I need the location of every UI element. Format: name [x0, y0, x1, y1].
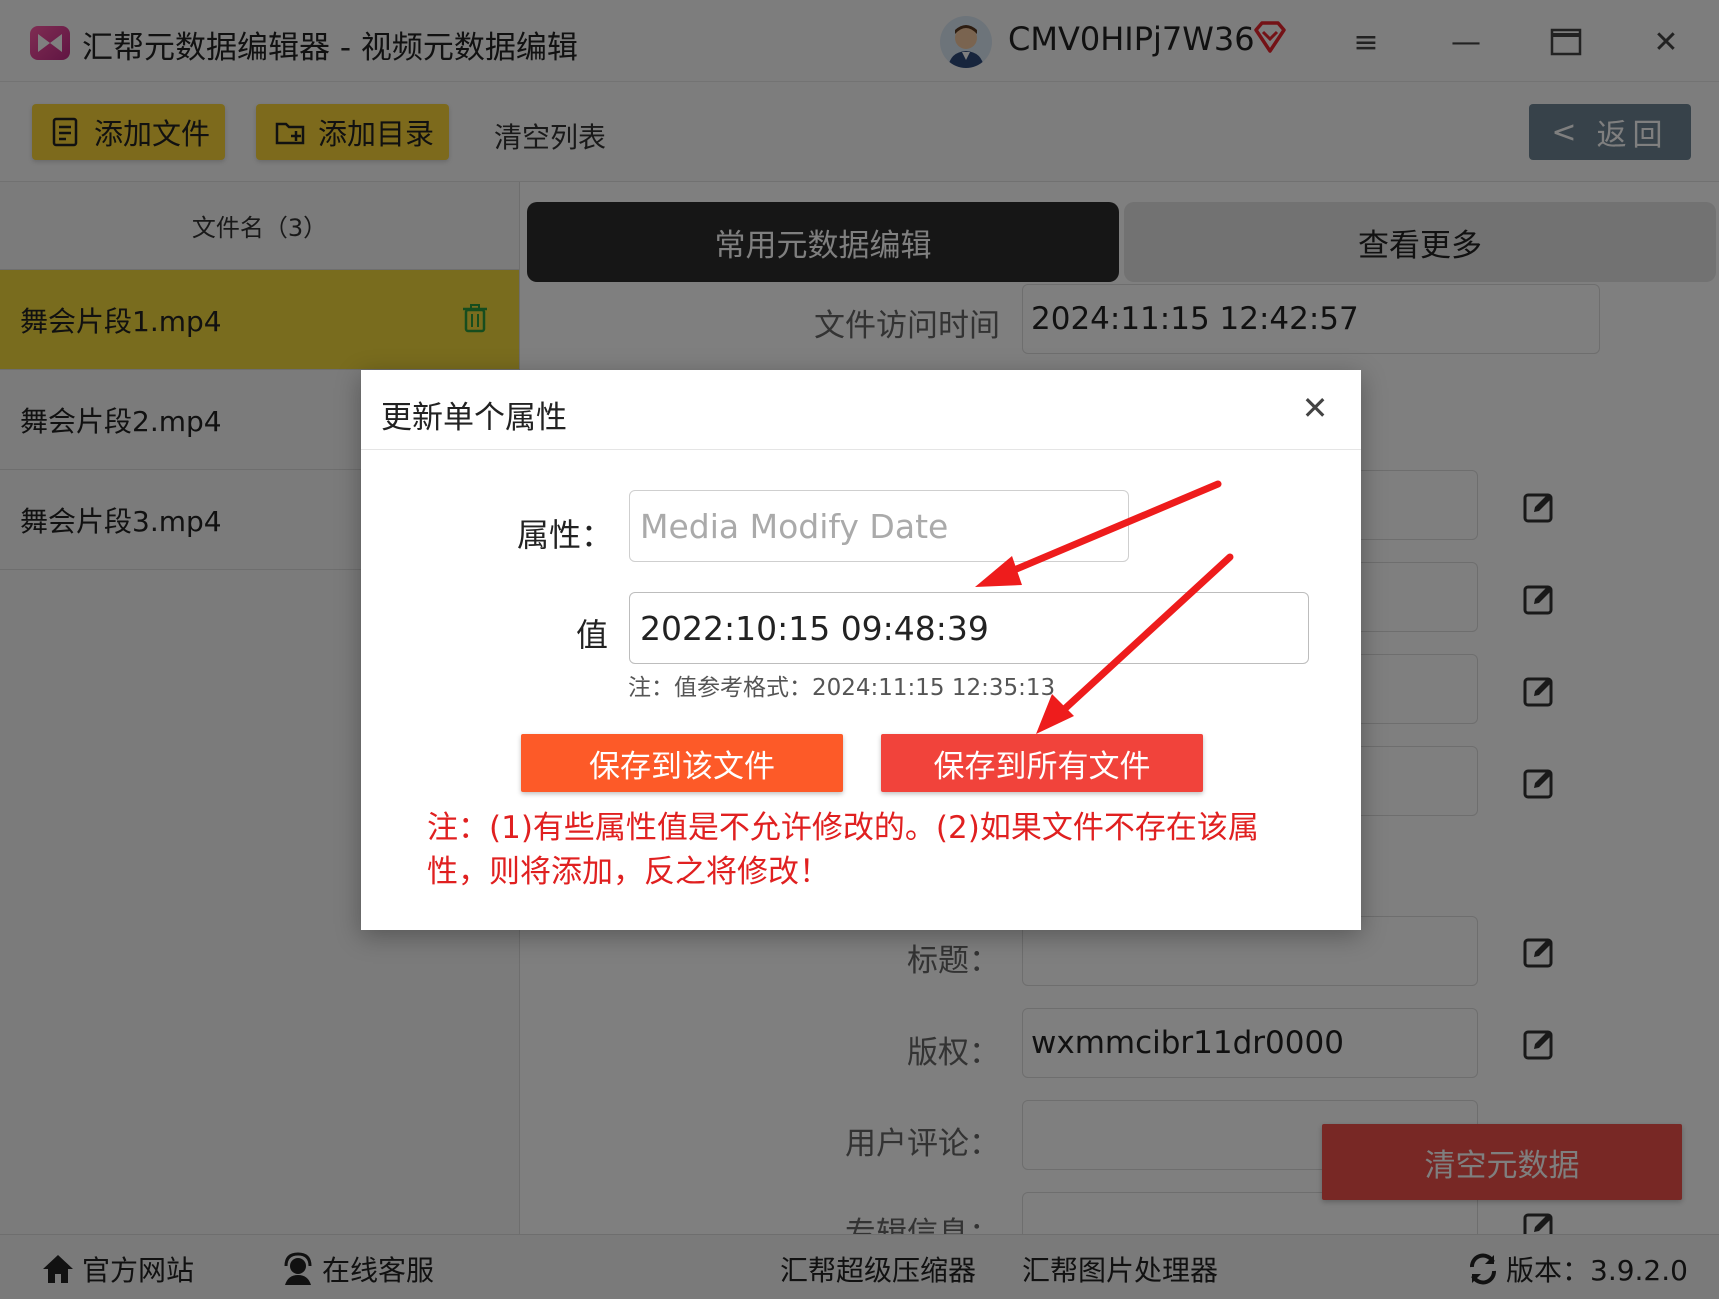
dialog-header: 更新单个属性 ✕ [361, 370, 1361, 450]
update-attribute-dialog: 更新单个属性 ✕ 属性： 值 注：值参考格式：2024:11:15 12:35:… [361, 370, 1361, 930]
save-to-all-files-button[interactable]: 保存到所有文件 [881, 734, 1203, 792]
dialog-title: 更新单个属性 [381, 400, 567, 436]
value-format-hint: 注：值参考格式：2024:11:15 12:35:13 [628, 675, 1056, 701]
attribute-input[interactable] [629, 490, 1129, 562]
dialog-close-icon[interactable]: ✕ [1295, 388, 1335, 428]
value-input[interactable] [629, 592, 1309, 664]
dialog-note: 注：(1)有些属性值是不允许修改的。(2)如果文件不存在该属性，则将添加，反之将… [427, 810, 1259, 890]
save-to-this-file-button[interactable]: 保存到该文件 [521, 734, 843, 792]
attribute-label: 属性： [517, 516, 614, 554]
value-label: 值 [576, 616, 609, 654]
